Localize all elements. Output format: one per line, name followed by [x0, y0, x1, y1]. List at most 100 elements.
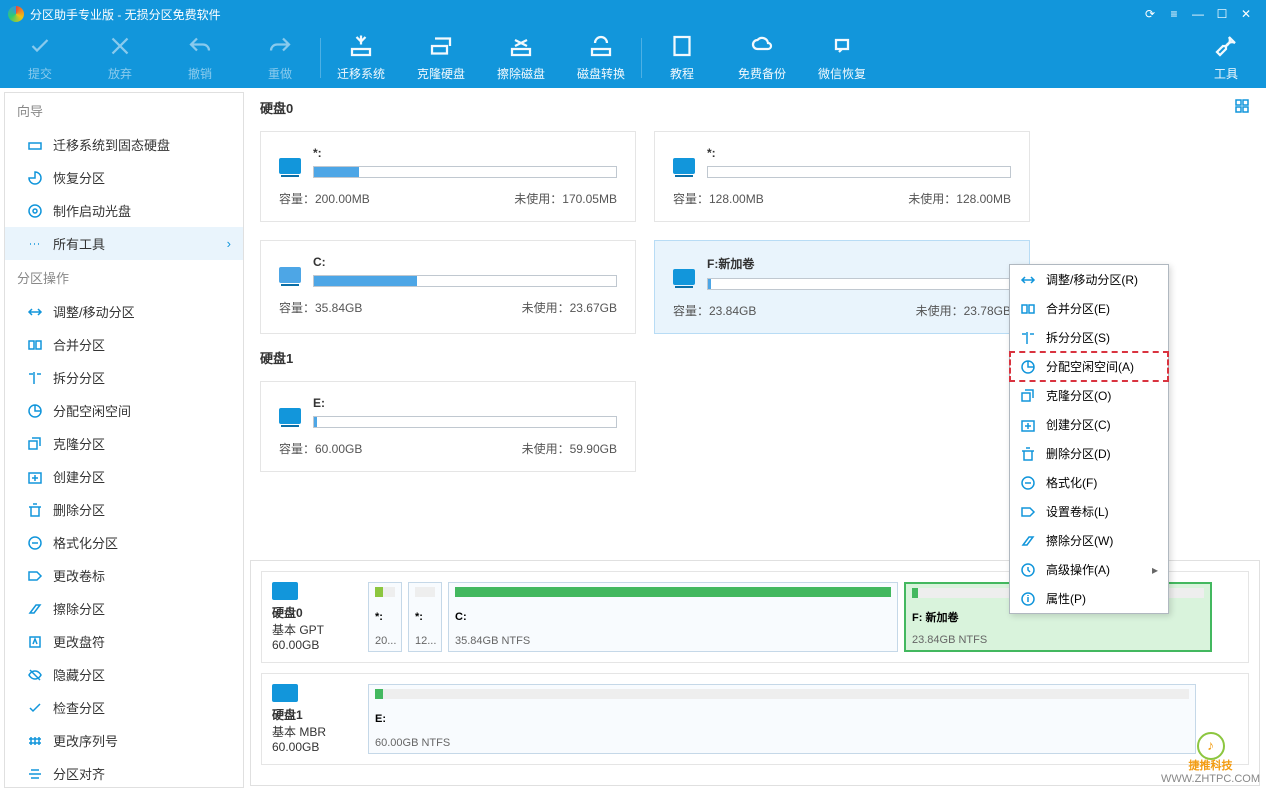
disk-title: 硬盘0: [260, 98, 293, 117]
disk-map-partition[interactable]: E:60.00GB NTFS: [368, 684, 1196, 754]
disk-summary[interactable]: 硬盘0基本 GPT60.00GB: [272, 582, 362, 652]
disc-icon: [27, 203, 43, 219]
partition-name: F:新加卷: [707, 255, 1011, 272]
usage-bar: [707, 166, 1011, 178]
merge-icon: [27, 337, 43, 353]
drive-convert-icon: [589, 34, 613, 61]
ops-section-title: 分区操作: [5, 260, 243, 295]
ctx-clone[interactable]: 克隆分区(O): [1010, 381, 1168, 410]
label-icon: [27, 568, 43, 584]
ctx-create[interactable]: 创建分区(C): [1010, 410, 1168, 439]
sidebar-item-serial[interactable]: 更改序列号: [5, 724, 243, 757]
ctx-info[interactable]: 属性(P): [1010, 584, 1168, 613]
resize-icon: [1020, 272, 1036, 288]
toolbar-redo-button[interactable]: 重做: [240, 34, 320, 82]
partition-card[interactable]: E:容量：60.00GB未使用：59.90GB: [260, 381, 636, 472]
watermark-logo-icon: ♪: [1197, 732, 1225, 760]
maximize-button[interactable]: ☐: [1210, 7, 1234, 21]
wrench-icon: [1214, 34, 1238, 61]
alloc-icon: [1020, 359, 1036, 375]
book-icon: [670, 34, 694, 61]
letter-icon: [27, 634, 43, 650]
partition-name: *:: [707, 146, 1011, 160]
disk-map-partition[interactable]: *:12...: [408, 582, 442, 652]
toolbar-wrench-button[interactable]: 工具: [1186, 34, 1266, 82]
app-title: 分区助手专业版 - 无损分区免费软件: [30, 6, 221, 23]
disk-summary[interactable]: 硬盘1基本 MBR60.00GB: [272, 684, 362, 754]
view-toggle-button[interactable]: [1234, 98, 1250, 117]
menu-button[interactable]: ≡: [1162, 7, 1186, 21]
disk-map-partition[interactable]: *:20...: [368, 582, 402, 652]
refresh-button[interactable]: ⟳: [1138, 7, 1162, 21]
undo-icon: [188, 34, 212, 61]
sidebar-item-letter[interactable]: 更改盘符: [5, 625, 243, 658]
toolbar-cancel-button[interactable]: 放弃: [80, 34, 160, 82]
titlebar: 分区助手专业版 - 无损分区免费软件 ⟳ ≡ — ☐ ✕: [0, 0, 1266, 28]
ctx-format[interactable]: 格式化(F): [1010, 468, 1168, 497]
sidebar-item-delete[interactable]: 删除分区: [5, 493, 243, 526]
ctx-wipe[interactable]: 擦除分区(W): [1010, 526, 1168, 555]
minimize-button[interactable]: —: [1186, 7, 1210, 21]
format-icon: [27, 535, 43, 551]
cancel-icon: [108, 34, 132, 61]
sidebar-item-wipe[interactable]: 擦除分区: [5, 592, 243, 625]
drive-icon: [673, 158, 695, 174]
sidebar-item-hide[interactable]: 隐藏分区: [5, 658, 243, 691]
wipe-icon: [1020, 533, 1036, 549]
split-icon: [1020, 330, 1036, 346]
partition-card[interactable]: F:新加卷容量：23.84GB未使用：23.78GB: [654, 240, 1030, 334]
sidebar-item-resize[interactable]: 调整/移动分区: [5, 295, 243, 328]
ctx-label[interactable]: 设置卷标(L): [1010, 497, 1168, 526]
sidebar-item-clone[interactable]: 克隆分区: [5, 427, 243, 460]
sidebar-item-align[interactable]: 分区对齐: [5, 757, 243, 788]
toolbar-drive-clone-button[interactable]: 克隆硬盘: [401, 34, 481, 82]
watermark: ♪ 捷推科技 WWW.ZHTPC.COM: [1161, 732, 1260, 786]
toolbar-cloud-button[interactable]: 免费备份: [722, 34, 802, 82]
toolbar-wechat-button[interactable]: 微信恢复: [802, 34, 882, 82]
dots-icon: [27, 236, 43, 252]
sidebar-item-dots[interactable]: 所有工具›: [5, 227, 243, 260]
sidebar-item-label[interactable]: 更改卷标: [5, 559, 243, 592]
wipe-icon: [27, 601, 43, 617]
drive-erase-icon: [509, 34, 533, 61]
toolbar-undo-button[interactable]: 撤销: [160, 34, 240, 82]
disk-title: 硬盘1: [260, 348, 293, 367]
toolbar-drive-arrow-button[interactable]: 迁移系统: [321, 34, 401, 82]
ctx-resize[interactable]: 调整/移动分区(R): [1010, 265, 1168, 294]
drive-icon: [279, 267, 301, 283]
sidebar-item-create[interactable]: 创建分区: [5, 460, 243, 493]
sidebar-item-alloc[interactable]: 分配空闲空间: [5, 394, 243, 427]
sidebar-item-ssd[interactable]: 迁移系统到固态硬盘: [5, 128, 243, 161]
sidebar-item-check[interactable]: 检查分区: [5, 691, 243, 724]
ctx-delete[interactable]: 删除分区(D): [1010, 439, 1168, 468]
close-button[interactable]: ✕: [1234, 7, 1258, 21]
toolbar-drive-convert-button[interactable]: 磁盘转换: [561, 34, 641, 82]
chevron-right-icon: ›: [227, 236, 231, 251]
toolbar-drive-erase-button[interactable]: 擦除磁盘: [481, 34, 561, 82]
disk-map-partition[interactable]: C:35.84GB NTFS: [448, 582, 898, 652]
partition-card[interactable]: *:容量：200.00MB未使用：170.05MB: [260, 131, 636, 222]
ctx-split[interactable]: 拆分分区(S): [1010, 323, 1168, 352]
context-menu: 调整/移动分区(R)合并分区(E)拆分分区(S)分配空闲空间(A)克隆分区(O)…: [1009, 264, 1169, 614]
sidebar-item-merge[interactable]: 合并分区: [5, 328, 243, 361]
wizard-section-title: 向导: [5, 93, 243, 128]
ctx-alloc[interactable]: 分配空闲空间(A): [1010, 352, 1168, 381]
disk-map-row: 硬盘1基本 MBR60.00GBE:60.00GB NTFS: [261, 673, 1249, 765]
partition-name: E:: [313, 396, 617, 410]
sidebar-item-format[interactable]: 格式化分区: [5, 526, 243, 559]
sidebar-item-pie[interactable]: 恢复分区: [5, 161, 243, 194]
format-icon: [1020, 475, 1036, 491]
partition-card[interactable]: C:容量：35.84GB未使用：23.67GB: [260, 240, 636, 334]
pie-icon: [27, 170, 43, 186]
align-icon: [27, 766, 43, 782]
sidebar-item-split[interactable]: 拆分分区: [5, 361, 243, 394]
info-icon: [1020, 591, 1036, 607]
usage-bar: [707, 278, 1011, 290]
ctx-adv[interactable]: 高级操作(A)▸: [1010, 555, 1168, 584]
toolbar-book-button[interactable]: 教程: [642, 34, 722, 82]
sidebar-item-disc[interactable]: 制作启动光盘: [5, 194, 243, 227]
ctx-merge[interactable]: 合并分区(E): [1010, 294, 1168, 323]
toolbar-check-button[interactable]: 提交: [0, 34, 80, 82]
partition-card[interactable]: *:容量：128.00MB未使用：128.00MB: [654, 131, 1030, 222]
drive-icon: [673, 269, 695, 285]
